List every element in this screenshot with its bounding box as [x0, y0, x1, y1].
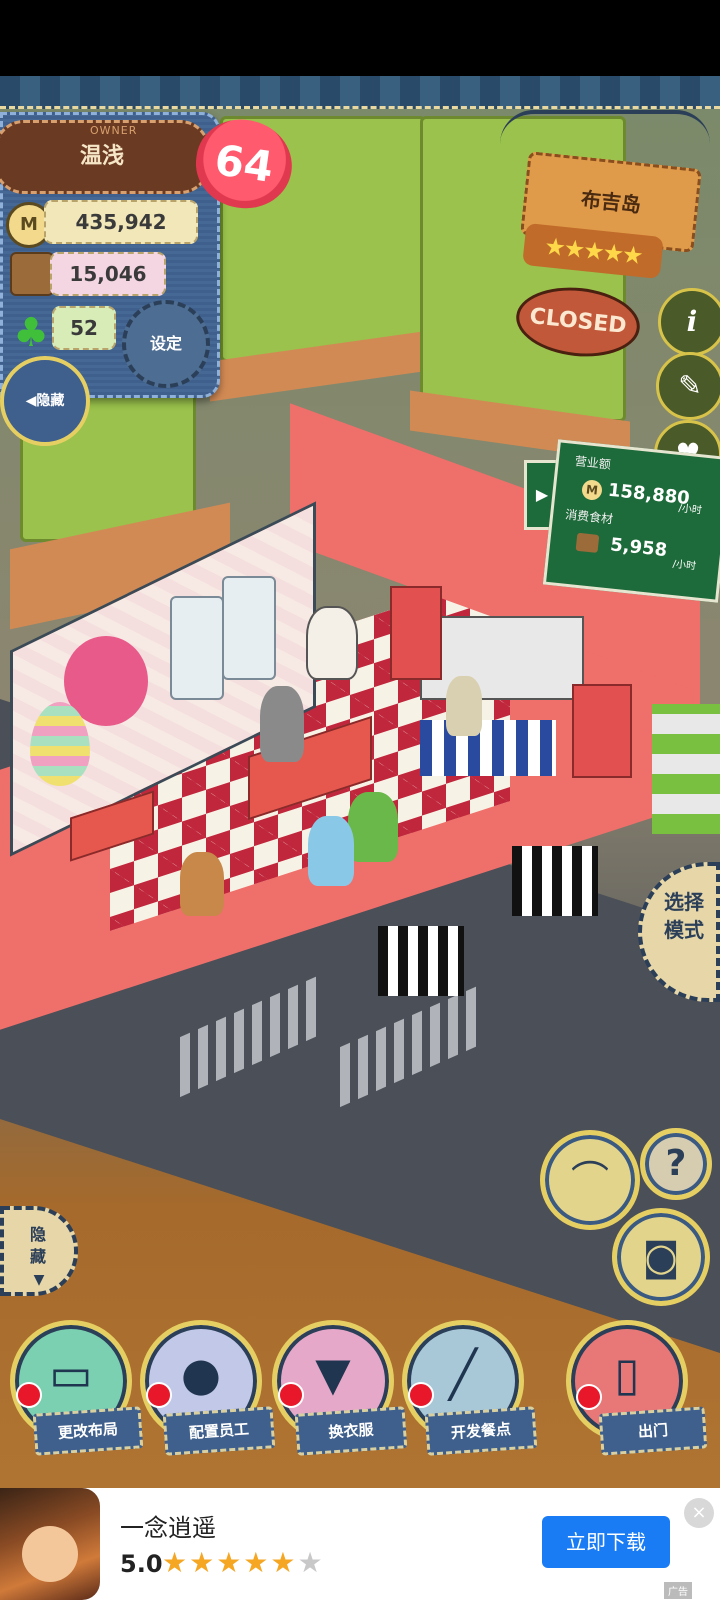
ad-rating: 5.0	[120, 1550, 163, 1578]
sales-label: 营业额	[574, 454, 612, 472]
bear-staff-chef[interactable]	[306, 606, 358, 680]
assign-staff-label[interactable]: 配置员工	[162, 1406, 276, 1456]
clover-value: 52	[52, 306, 116, 350]
arrow-left-icon: ◀	[25, 393, 37, 409]
food-basket-icon	[10, 252, 54, 296]
water-cooler[interactable]	[170, 596, 224, 700]
blue-bear-customer[interactable]	[308, 816, 354, 886]
hide-menu-label: 隐藏	[29, 1225, 46, 1266]
green-gift-box[interactable]	[652, 704, 720, 834]
serving-counter[interactable]	[420, 720, 556, 776]
bear-staff-kitchen[interactable]	[446, 676, 482, 736]
coins-value: 435,942	[44, 200, 198, 244]
recipe-book-button[interactable]: ✎	[656, 352, 720, 420]
go-out-label[interactable]: 出门	[598, 1406, 708, 1456]
info-button[interactable]: i	[658, 288, 720, 356]
book-icon: ✎	[678, 369, 702, 402]
hide-panel-label: 隐藏	[36, 393, 65, 409]
brown-bear-customer[interactable]	[180, 852, 224, 916]
food-value: 15,046	[50, 252, 166, 296]
bunny-customer[interactable]	[260, 686, 304, 762]
camera-button[interactable]: ◙	[612, 1208, 710, 1306]
hide-menu-button[interactable]: 隐藏 ▼	[0, 1206, 78, 1296]
revenue-board[interactable]: 营业额 M 158,880 /小时 消费食材 5,958 /小时	[542, 439, 720, 603]
hat-icon: ⌒	[570, 1158, 609, 1202]
coin-icon: M	[580, 479, 603, 502]
sign-bracket	[500, 110, 710, 144]
frog-customer[interactable]	[348, 792, 398, 862]
chevron-right-icon: ▶	[535, 485, 549, 504]
camera-icon: ◙	[642, 1235, 680, 1279]
refrigerator[interactable]	[572, 684, 632, 778]
food-basket-icon	[575, 532, 600, 553]
consume-unit: /小时	[672, 558, 697, 573]
ad-stars-filled: ★★★★★	[162, 1546, 298, 1579]
notification-dot	[408, 1382, 434, 1408]
clover-icon: ♣	[13, 310, 49, 356]
consume-value: 5,958	[609, 534, 669, 562]
ad-star-empty: ★	[297, 1546, 325, 1579]
cash-register[interactable]	[512, 846, 598, 916]
select-mode-label: 选择模式	[664, 890, 704, 942]
bunting-banner	[0, 76, 720, 109]
cash-register[interactable]	[378, 926, 464, 996]
ad-close-icon[interactable]: ×	[684, 1498, 714, 1528]
develop-dishes-label[interactable]: 开发餐点	[424, 1406, 538, 1456]
help-button[interactable]: ?	[640, 1128, 712, 1200]
kitchen-counter[interactable]	[420, 616, 584, 700]
ad-character-face	[22, 1526, 78, 1582]
notification-dot	[146, 1382, 172, 1408]
water-cooler[interactable]	[222, 576, 276, 680]
hat-button[interactable]: ⌒	[540, 1130, 640, 1230]
ad-download-button[interactable]: 立即下载	[542, 1516, 670, 1568]
change-clothes-label[interactable]: 换衣服	[294, 1406, 408, 1456]
notification-dot	[278, 1382, 304, 1408]
ad-title[interactable]: 一念逍遥	[120, 1508, 216, 1543]
consume-label: 消费食材	[564, 507, 614, 527]
notification-dot	[16, 1382, 42, 1408]
settings-button[interactable]: 设定	[122, 300, 210, 388]
change-layout-label[interactable]: 更改布局	[32, 1406, 144, 1456]
status-bar	[0, 0, 720, 76]
arrow-down-icon: ▼	[33, 1272, 45, 1288]
hide-panel-button[interactable]: ◀隐藏	[0, 356, 90, 446]
ad-tag: 广告	[664, 1582, 692, 1599]
question-icon: ?	[665, 1143, 687, 1184]
owner-tag: OWNER	[90, 124, 138, 137]
refrigerator[interactable]	[390, 586, 442, 680]
info-icon: i	[686, 305, 698, 338]
ad-stars: ★★★★★★	[162, 1546, 325, 1579]
sales-unit: /小时	[677, 503, 703, 517]
notification-dot	[576, 1384, 602, 1410]
